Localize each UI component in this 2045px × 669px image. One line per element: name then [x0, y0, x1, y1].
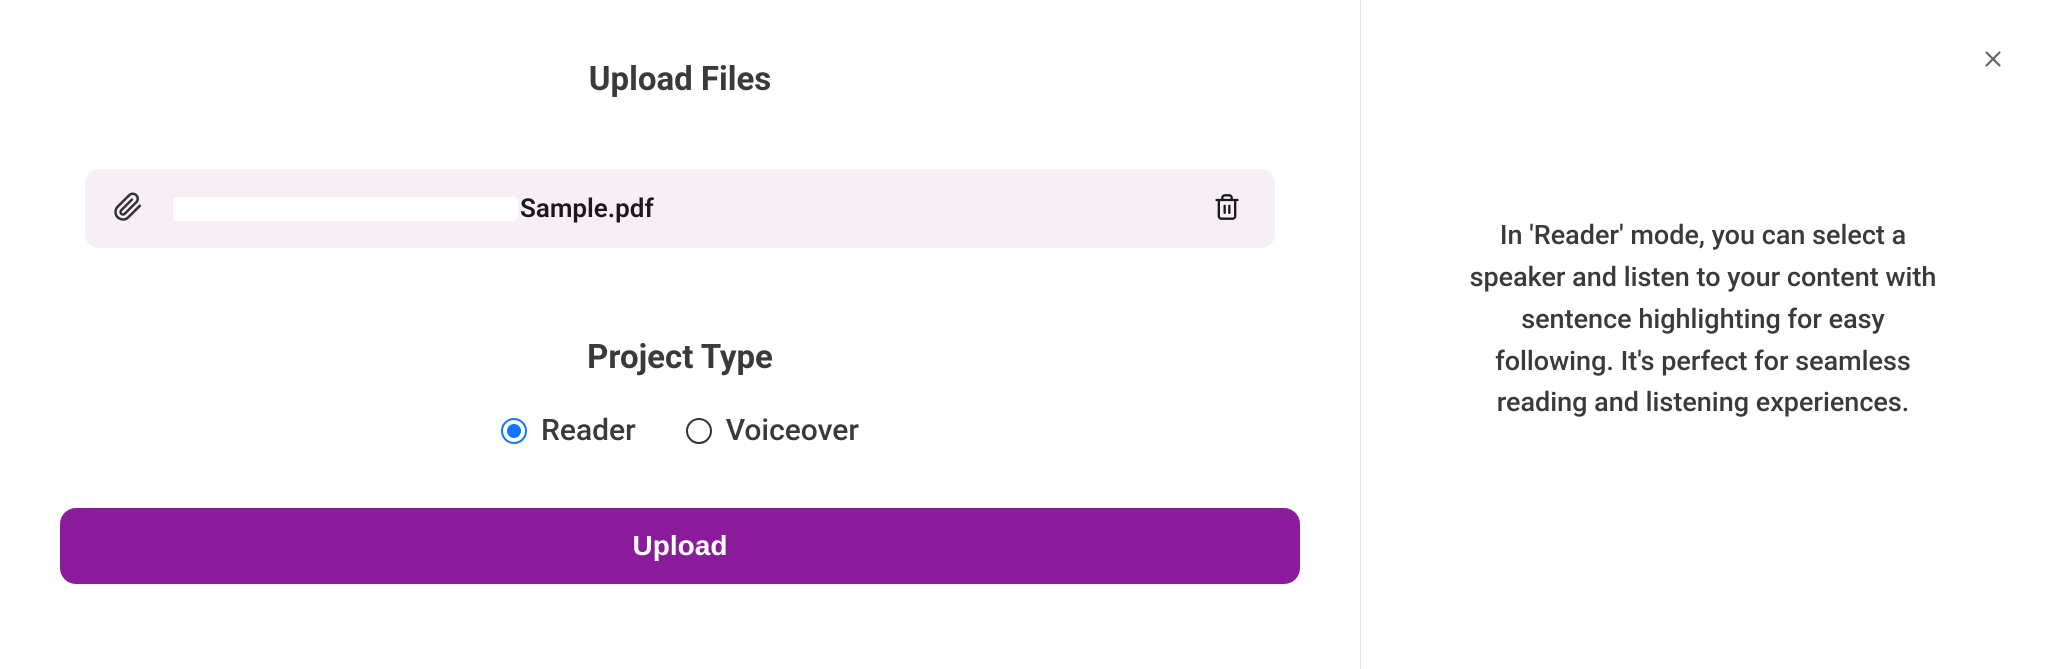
- paperclip-icon: [113, 192, 143, 226]
- delete-file-button[interactable]: [1207, 187, 1247, 230]
- file-row: Sample.pdf: [85, 169, 1275, 248]
- radio-label: Reader: [541, 413, 636, 448]
- file-name: Sample.pdf: [520, 194, 654, 224]
- file-thumbnail: [173, 197, 518, 221]
- info-text: In 'Reader' mode, you can select a speak…: [1463, 215, 1943, 629]
- radio-icon: [501, 418, 527, 444]
- radio-label: Voiceover: [726, 413, 859, 448]
- project-type-radio-group: Reader Voiceover: [501, 413, 859, 448]
- upload-panel: Upload Files Sample.pdf Project Type: [0, 0, 1360, 669]
- close-button[interactable]: [1971, 38, 2015, 82]
- close-icon: [1980, 46, 2006, 75]
- radio-icon: [686, 418, 712, 444]
- trash-icon: [1213, 193, 1241, 224]
- radio-option-reader[interactable]: Reader: [501, 413, 636, 448]
- project-type-title: Project Type: [587, 338, 773, 377]
- upload-button[interactable]: Upload: [60, 508, 1300, 584]
- info-panel: In 'Reader' mode, you can select a speak…: [1361, 0, 2045, 669]
- radio-option-voiceover[interactable]: Voiceover: [686, 413, 859, 448]
- page-title: Upload Files: [589, 60, 771, 99]
